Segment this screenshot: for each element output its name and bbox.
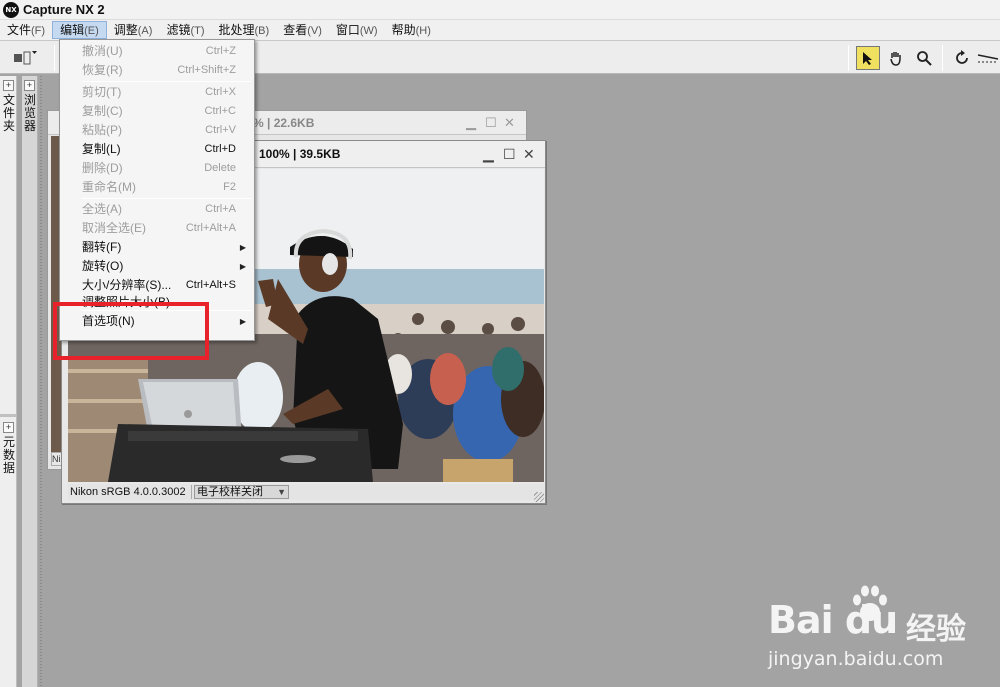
menu-undo[interactable]: 撤消(U) Ctrl+Z xyxy=(60,42,254,61)
menu-redo[interactable]: 恢复(R) Ctrl+Shift+Z xyxy=(60,61,254,80)
close-icon[interactable]: ✕ xyxy=(504,115,515,131)
resize-grip[interactable] xyxy=(534,492,544,502)
front-window-title: 100% | 39.5KB xyxy=(259,147,341,161)
menu-view[interactable]: 查看(V) xyxy=(276,21,329,40)
menu-window[interactable]: 窗口(W) xyxy=(329,21,385,40)
side-panel-column: + 文件夹 + 元数据 xyxy=(0,76,17,687)
folder-expand-icon[interactable]: + xyxy=(3,80,14,91)
browser-expand-icon[interactable]: + xyxy=(24,80,35,91)
menu-filter[interactable]: 滤镜(T) xyxy=(159,21,211,40)
menu-rotate[interactable]: 旋转(O) ▶ xyxy=(60,257,254,276)
browser-panel-column: + 浏览器 xyxy=(22,76,38,687)
toolbar-separator xyxy=(54,45,55,71)
toolbar-separator xyxy=(942,45,943,71)
soft-proof-value: 电子校样关闭 xyxy=(197,486,263,498)
menu-copy[interactable]: 复制(C) Ctrl+C xyxy=(60,102,254,121)
menu-cut[interactable]: 剪切(T) Ctrl+X xyxy=(60,83,254,102)
menu-paste[interactable]: 粘贴(P) Ctrl+V xyxy=(60,121,254,140)
menu-separator xyxy=(82,198,251,199)
menu-batch[interactable]: 批处理(B) xyxy=(212,21,277,40)
select-arrow-icon[interactable] xyxy=(856,46,880,70)
metadata-panel-tab[interactable]: 元数据 xyxy=(3,436,15,475)
close-icon[interactable]: ✕ xyxy=(523,146,535,163)
menu-select-all[interactable]: 全选(A) Ctrl+A xyxy=(60,200,254,219)
maximize-icon[interactable]: ☐ xyxy=(485,115,497,131)
submenu-arrow-icon: ▶ xyxy=(239,243,246,252)
panel-toggle-icon[interactable] xyxy=(12,49,38,67)
browser-panel-tab[interactable]: 浏览器 xyxy=(24,94,36,133)
menu-help[interactable]: 帮助(H) xyxy=(385,21,438,40)
menu-adjust[interactable]: 调整(A) xyxy=(107,21,160,40)
watermark-url: jingyan.baidu.com xyxy=(768,648,944,670)
panel-resize-grip[interactable] xyxy=(40,76,42,687)
baidu-watermark: Bai du 经验 jingyan.baidu.com xyxy=(768,578,1000,687)
menu-duplicate[interactable]: 复制(L) Ctrl+D xyxy=(60,140,254,159)
metadata-expand-icon[interactable]: + xyxy=(3,422,14,433)
paw-icon xyxy=(853,585,887,621)
menu-bar: 文件(F) 编辑(E) 调整(A) 滤镜(T) 批处理(B) 查看(V) 窗口(… xyxy=(0,20,1000,41)
menu-deselect-all[interactable]: 取消全选(E) Ctrl+Alt+A xyxy=(60,219,254,238)
rotate-icon[interactable] xyxy=(950,46,974,70)
zoom-icon[interactable] xyxy=(912,46,936,70)
edit-menu-dropdown: 撤消(U) Ctrl+Z 恢复(R) Ctrl+Shift+Z 剪切(T) Ctrl+… xyxy=(59,39,255,341)
maximize-icon[interactable]: ☐ xyxy=(503,146,516,163)
panel-divider[interactable] xyxy=(0,414,17,417)
menu-flip[interactable]: 翻转(F) ▶ xyxy=(60,238,254,257)
front-window-statusbar: Nikon sRGB 4.0.0.3002 电子校样关闭 ▼ xyxy=(68,484,544,500)
app-logo-icon: NX xyxy=(3,1,19,18)
color-profile-label: Nikon sRGB 4.0.0.3002 xyxy=(68,485,192,499)
hand-icon[interactable] xyxy=(884,46,908,70)
title-bar: NX Capture NX 2 xyxy=(0,0,1000,20)
menu-file[interactable]: 文件(F) xyxy=(0,21,52,40)
chevron-down-icon: ▼ xyxy=(277,487,286,497)
menu-edit[interactable]: 编辑(E) xyxy=(52,21,107,39)
menu-delete[interactable]: 删除(D) Delete xyxy=(60,159,254,178)
back-window-title: % | 22.6KB xyxy=(253,116,315,130)
highlight-box xyxy=(53,302,209,360)
menu-size-resolution[interactable]: 大小/分辨率(S)... Ctrl+Alt+S xyxy=(60,276,254,295)
submenu-arrow-icon: ▶ xyxy=(239,262,246,271)
minimize-icon[interactable]: ▁ xyxy=(466,115,476,131)
submenu-arrow-icon: ▶ xyxy=(239,317,246,326)
toolbar-separator xyxy=(848,45,849,71)
watermark-brand: 经验 xyxy=(906,612,966,647)
menu-rename[interactable]: 重命名(M) F2 xyxy=(60,178,254,197)
straighten-icon[interactable] xyxy=(976,46,1000,70)
menu-separator xyxy=(82,81,251,82)
folder-panel-tab[interactable]: 文件夹 xyxy=(3,94,15,133)
minimize-icon[interactable]: ▁ xyxy=(483,146,494,163)
app-title: Capture NX 2 xyxy=(23,2,105,17)
soft-proof-dropdown[interactable]: 电子校样关闭 ▼ xyxy=(194,485,289,499)
